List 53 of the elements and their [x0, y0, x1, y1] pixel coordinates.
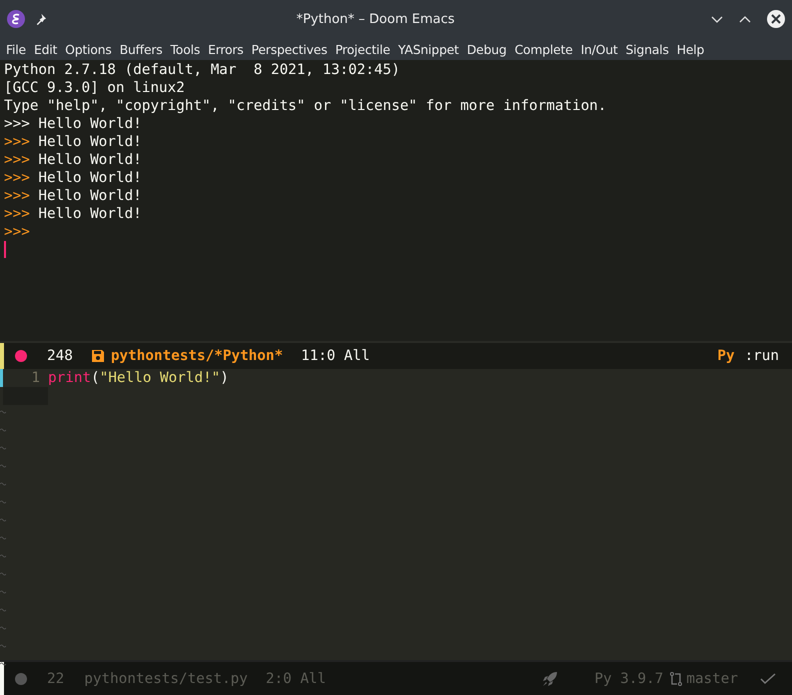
- git-branch: master: [686, 670, 738, 686]
- line-highlight: [3, 387, 48, 405]
- window-indicator: [0, 662, 4, 695]
- repl-prompt: >>>: [4, 205, 30, 223]
- repl-output: Hello World!: [38, 187, 142, 205]
- menu-item[interactable]: Perspectives: [247, 42, 332, 56]
- cursor-position: 11:0 All: [300, 348, 370, 364]
- menu-item[interactable]: Buffers: [116, 42, 166, 56]
- menu-item[interactable]: File: [2, 42, 30, 56]
- close-icon[interactable]: [766, 9, 786, 29]
- menu-item[interactable]: Help: [672, 42, 708, 56]
- buffer-size: 248: [47, 348, 73, 364]
- code-line: print("Hello World!"): [48, 369, 229, 387]
- repl-output: Hello World!: [38, 169, 142, 187]
- rocket-icon: [542, 670, 558, 686]
- window-indicator: [0, 343, 4, 369]
- buffer-name: pythontests/test.py: [84, 670, 248, 686]
- repl-prompt: >>>: [4, 169, 30, 187]
- menu-item[interactable]: Tools: [166, 42, 204, 56]
- emacs-logo-icon: [6, 9, 26, 29]
- repl-output: Hello World!: [38, 205, 142, 223]
- repl-prompt: >>>: [4, 115, 30, 133]
- menu-item[interactable]: YASnippet: [394, 42, 463, 56]
- menu-item[interactable]: Errors: [204, 42, 248, 56]
- check-icon: [760, 672, 776, 684]
- buffer-size: 22: [47, 670, 64, 686]
- menu-item[interactable]: Complete: [510, 42, 577, 56]
- repl-prompt: >>>: [4, 223, 30, 241]
- repl-output: Hello World!: [38, 133, 142, 151]
- git-branch-icon: [669, 670, 684, 686]
- repl-output: Hello World!: [38, 115, 142, 133]
- pin-icon[interactable]: [34, 12, 47, 26]
- cursor-position: 2:0 All: [266, 670, 326, 686]
- menu-item[interactable]: Projectile: [331, 42, 394, 56]
- window-title: *Python* – Doom Emacs: [295, 12, 456, 26]
- buffer-name: pythontests/*Python*: [110, 348, 283, 364]
- menu-item[interactable]: Signals: [622, 42, 673, 56]
- repl-prompt: >>>: [4, 187, 30, 205]
- repl-output: [GCC 9.3.0] on linux2: [3, 79, 186, 97]
- menu-item[interactable]: In/Out: [576, 42, 622, 56]
- major-mode: Py: [717, 348, 735, 364]
- repl-prompt: >>>: [4, 133, 30, 151]
- process-status: :run: [744, 348, 779, 364]
- repl-prompt: >>>: [4, 151, 30, 169]
- text-cursor: [4, 241, 6, 258]
- save-icon: [90, 349, 105, 363]
- menu-item[interactable]: Edit: [30, 42, 62, 56]
- repl-output: Hello World!: [38, 151, 142, 169]
- menu-item[interactable]: Debug: [462, 42, 511, 56]
- python-version: Py 3.9.7: [594, 670, 664, 686]
- repl-output: Python 2.7.18 (default, Mar 8 2021, 13:02:45): [3, 61, 401, 79]
- menu-item[interactable]: Options: [61, 42, 116, 56]
- repl-output: Type "help", "copyright", "credits" or "license" for more information.: [3, 97, 608, 115]
